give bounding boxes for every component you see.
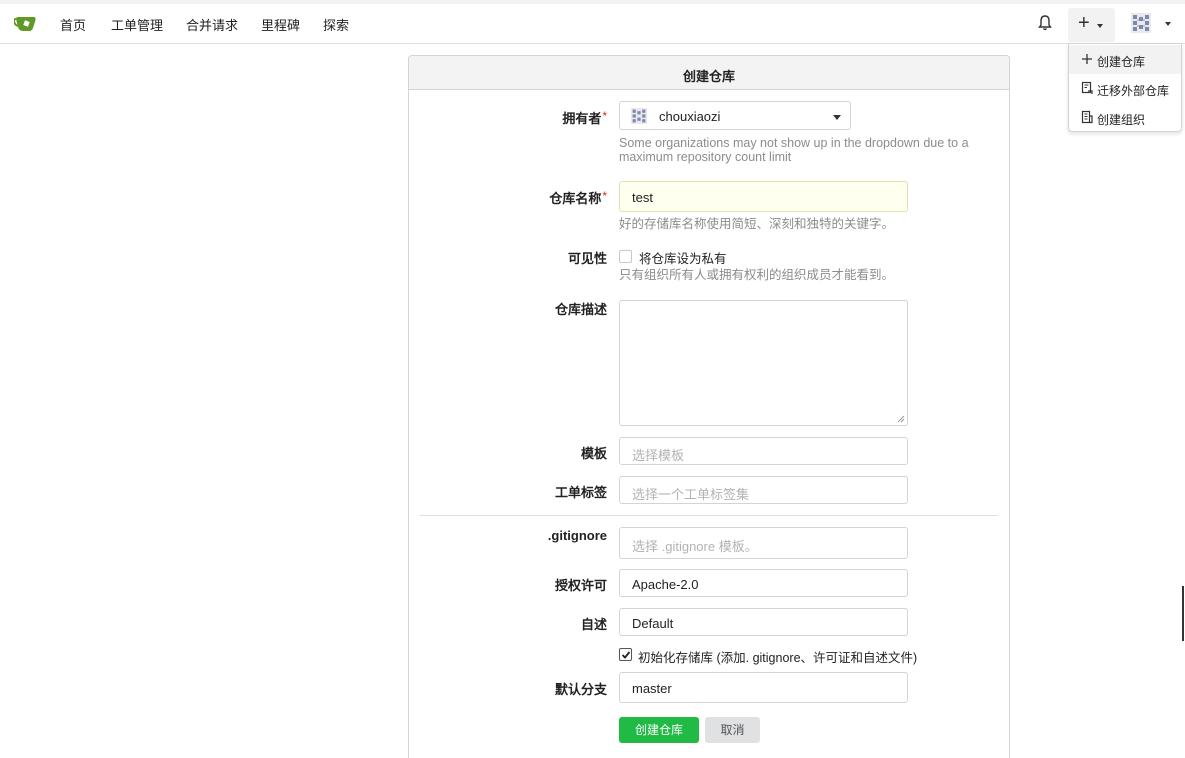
bell-icon[interactable] xyxy=(1037,14,1053,32)
chevron-down-icon[interactable] xyxy=(1165,22,1171,26)
issue-labels-label: 工单标签 xyxy=(554,485,607,500)
visibility-label: 可见性 xyxy=(567,251,607,266)
menu-item-label: 创建仓库 xyxy=(1097,55,1146,69)
checkmark-icon xyxy=(621,651,631,659)
card-header: 创建仓库 xyxy=(409,56,1009,90)
auto-init-checkbox-label[interactable]: 初始化存储库 (添加. gitignore、许可证和自述文件) xyxy=(638,647,917,666)
repo-name-label: 仓库名称* xyxy=(549,189,607,206)
owner-avatar-icon xyxy=(631,108,647,124)
nav-home[interactable]: 首页 xyxy=(60,15,86,34)
private-checkbox[interactable] xyxy=(619,250,632,263)
readme-label: 自述 xyxy=(580,617,607,632)
create-repo-button[interactable]: 创建仓库 xyxy=(619,717,699,743)
owner-hint: Some organizations may not show up in th… xyxy=(619,136,969,164)
template-label: 模板 xyxy=(580,446,607,461)
repo-clone-icon xyxy=(1081,81,1093,94)
default-branch-label: 默认分支 xyxy=(554,682,607,697)
cancel-button[interactable]: 取消 xyxy=(705,717,760,743)
auto-init-checkbox[interactable] xyxy=(619,648,632,661)
required-mark: * xyxy=(602,189,607,203)
gitignore-select[interactable]: 选择 .gitignore 模板。 xyxy=(619,527,908,559)
top-navbar: 首页 工单管理 合并请求 里程碑 探索 + xyxy=(0,0,1185,44)
create-menu-button[interactable]: + xyxy=(1068,8,1115,42)
resize-handle-icon[interactable] xyxy=(897,415,905,423)
plus-icon: + xyxy=(1078,12,1090,34)
chevron-down-icon xyxy=(833,115,841,120)
user-avatar-icon[interactable] xyxy=(1131,13,1151,33)
chevron-down-icon xyxy=(1097,24,1103,28)
visibility-hint: 只有组织所有人或拥有权利的组织成员才能看到。 xyxy=(619,268,895,282)
description-label: 仓库描述 xyxy=(554,302,607,317)
owner-label: 拥有者* xyxy=(562,109,607,126)
menu-item-migrate-repo[interactable]: 迁移外部仓库 xyxy=(1069,74,1181,103)
required-mark: * xyxy=(602,109,607,123)
readme-select[interactable]: Default xyxy=(619,608,908,636)
repo-name-hint: 好的存储库名称使用简短、深刻和独特的关键字。 xyxy=(619,217,895,231)
license-select[interactable]: Apache-2.0 xyxy=(619,569,908,597)
create-dropdown-menu: 创建仓库 迁移外部仓库 创建组织 xyxy=(1068,43,1182,132)
nav-pull-requests[interactable]: 合并请求 xyxy=(186,15,238,34)
organization-icon xyxy=(1081,110,1093,124)
repo-name-input[interactable]: test xyxy=(619,181,908,212)
description-textarea[interactable] xyxy=(619,300,908,426)
nav-milestones[interactable]: 里程碑 xyxy=(261,15,300,34)
issue-labels-select[interactable]: 选择一个工单标签集 xyxy=(619,476,908,504)
menu-item-label: 创建组织 xyxy=(1097,113,1146,127)
nav-issues[interactable]: 工单管理 xyxy=(111,15,163,34)
nav-explore[interactable]: 探索 xyxy=(323,15,349,34)
owner-select[interactable]: chouxiaozi xyxy=(619,101,851,130)
plus-icon xyxy=(1082,54,1092,64)
menu-item-new-repo[interactable]: 创建仓库 xyxy=(1069,45,1181,74)
menu-item-label: 迁移外部仓库 xyxy=(1097,84,1170,98)
gitignore-label: .gitignore xyxy=(547,528,607,543)
page-title: 创建仓库 xyxy=(682,69,735,84)
scrollbar-thumb[interactable] xyxy=(1182,586,1184,641)
private-checkbox-label[interactable]: 将仓库设为私有 xyxy=(639,248,727,267)
menu-item-new-org[interactable]: 创建组织 xyxy=(1069,103,1181,132)
template-select[interactable]: 选择模板 xyxy=(619,437,908,465)
owner-value: chouxiaozi xyxy=(659,109,721,124)
divider xyxy=(420,515,998,516)
gitea-logo-icon[interactable] xyxy=(14,13,38,35)
license-label: 授权许可 xyxy=(554,578,607,593)
default-branch-input[interactable]: master xyxy=(619,672,908,703)
